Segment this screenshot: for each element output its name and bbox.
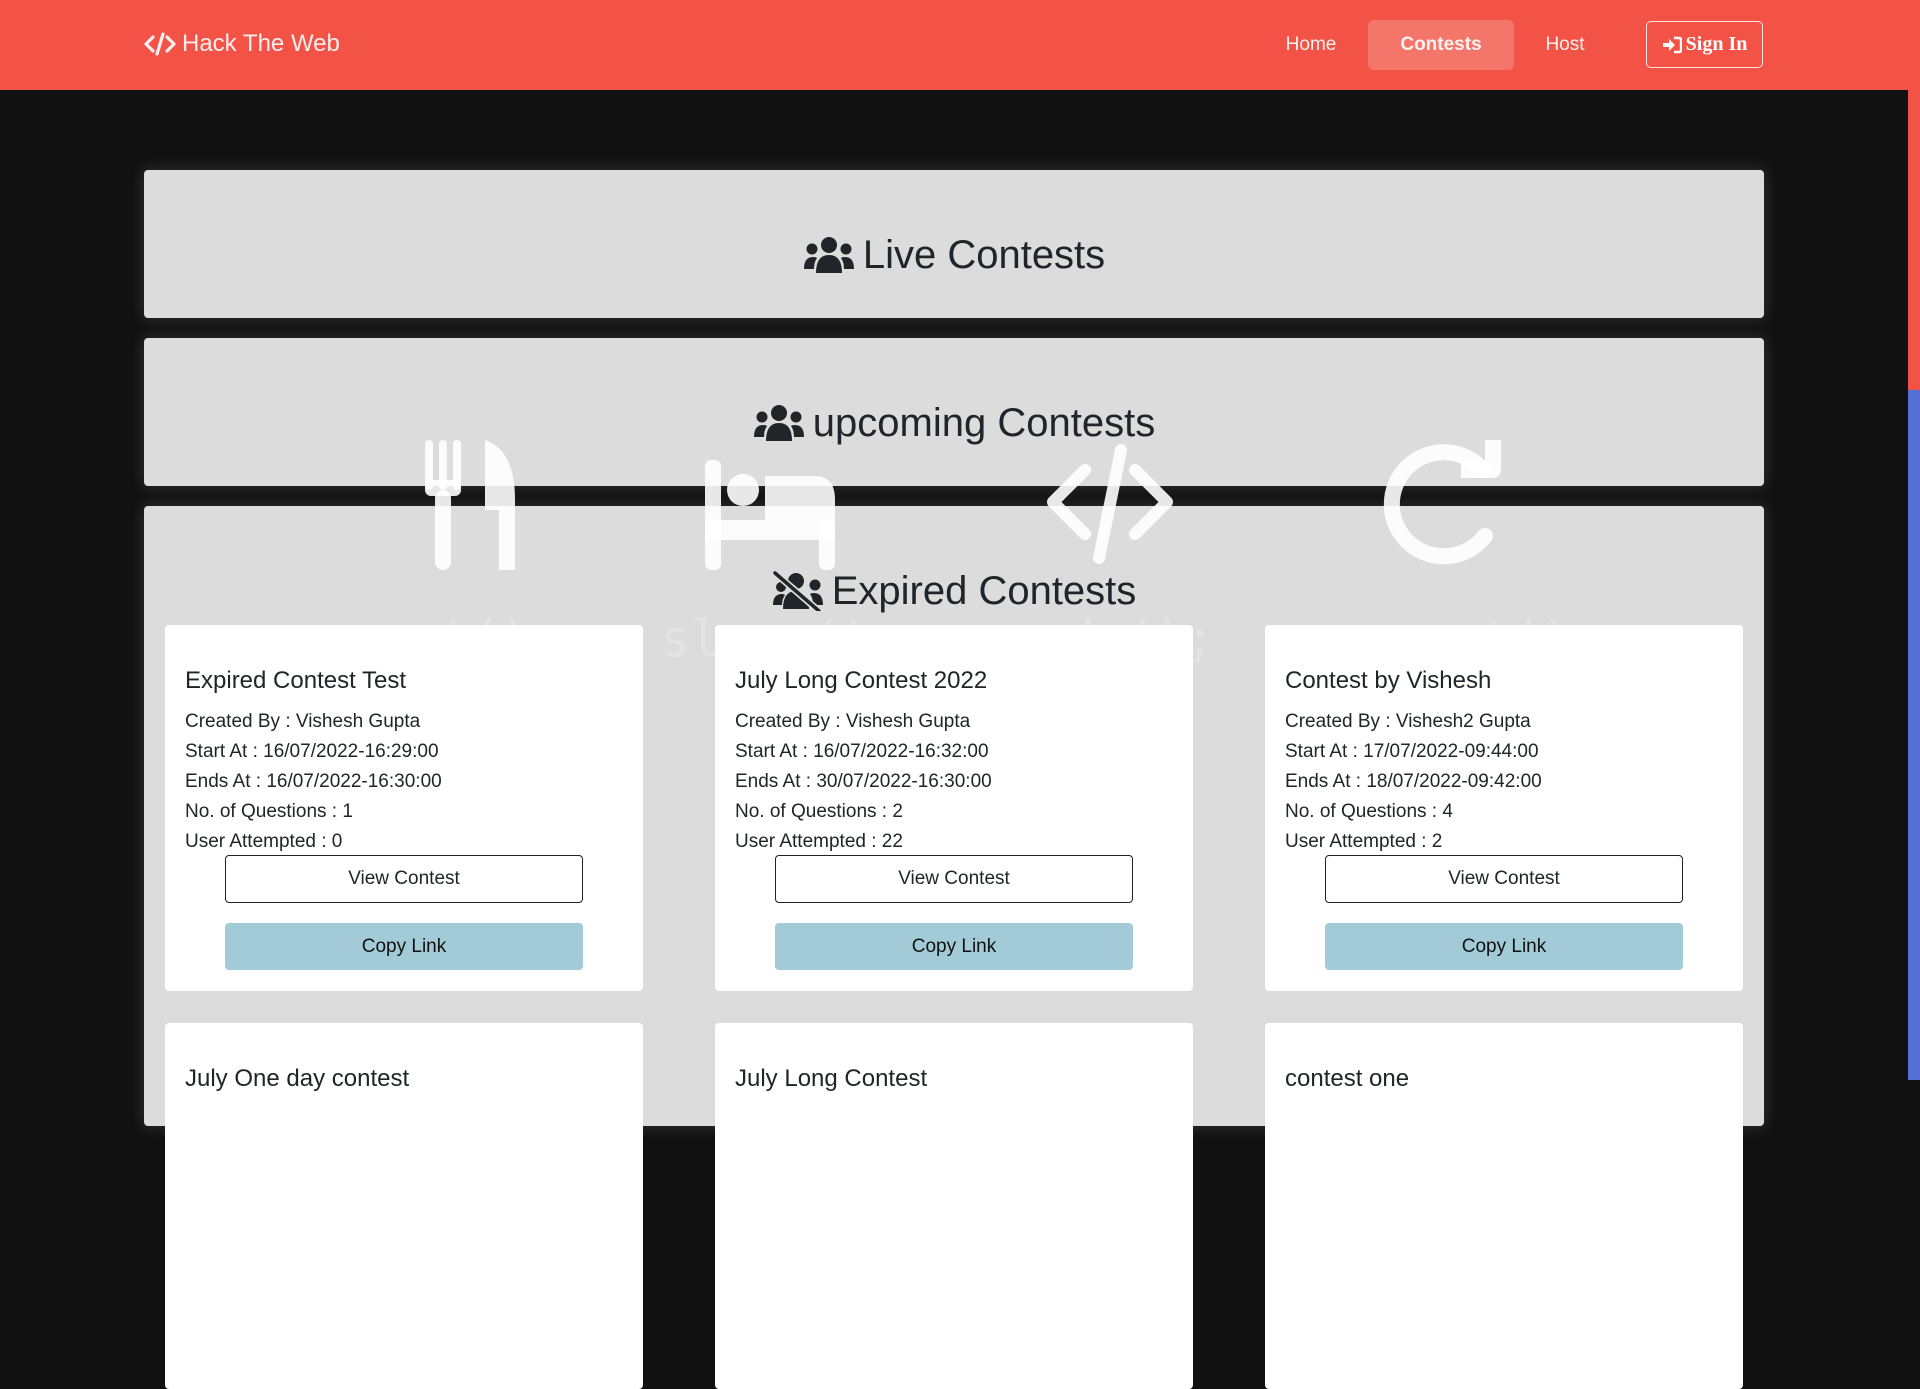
contest-start: Start At : 16/07/2022-16:29:00 [185,741,439,762]
live-contests-panel: Live Contests [144,170,1764,318]
live-contests-title: Live Contests [862,232,1106,277]
contest-created-by: Created By : Vishesh2 Gupta [1285,711,1531,732]
contest-created-by: Created By : Vishesh Gupta [185,711,421,732]
code-icon [144,32,176,56]
expired-contests-title: Expired Contests [831,568,1137,613]
nav-contests[interactable]: Contests [1368,20,1514,70]
nav-home[interactable]: Home [1270,20,1352,70]
contest-created-by: Created By : Vishesh Gupta [735,711,971,732]
contest-card: July One day contest [165,1023,643,1389]
contest-card: July Long Contest 2022 Created By : Vish… [715,625,1193,991]
contest-card: July Long Contest [715,1023,1193,1389]
nav-host[interactable]: Host [1530,20,1600,70]
navbar: Hack The Web Home Contests Host Sign In [0,0,1908,90]
contest-questions: No. of Questions : 4 [1285,801,1453,822]
expired-contests-heading: Expired Contests [144,566,1764,616]
view-contest-button[interactable]: View Contest [1325,855,1683,903]
copy-link-button[interactable]: Copy Link [225,923,583,970]
contest-card: contest one [1265,1023,1743,1389]
contest-title: Contest by Vishesh [1285,667,1492,694]
scrollbar[interactable] [1908,0,1920,1080]
contest-attempted: User Attempted : 22 [735,831,903,852]
contest-end: Ends At : 18/07/2022-09:42:00 [1285,771,1542,792]
contest-start: Start At : 17/07/2022-09:44:00 [1285,741,1539,762]
sign-in-button[interactable]: Sign In [1646,21,1763,68]
live-contests-heading: Live Contests [144,230,1764,280]
view-contest-button[interactable]: View Contest [775,855,1133,903]
contest-end: Ends At : 30/07/2022-16:30:00 [735,771,992,792]
view-contest-button[interactable]: View Contest [225,855,583,903]
upcoming-contests-title: upcoming Contests [812,400,1156,445]
users-icon [803,237,854,273]
contest-questions: No. of Questions : 2 [735,801,903,822]
users-icon [753,405,804,441]
contest-title: contest one [1285,1065,1410,1092]
contest-attempted: User Attempted : 2 [1285,831,1443,852]
contest-title: Expired Contest Test [185,667,407,694]
copy-link-button[interactable]: Copy Link [775,923,1133,970]
contest-title: July One day contest [185,1065,410,1092]
brand-link[interactable]: Hack The Web [144,26,340,62]
sign-in-icon [1662,36,1682,53]
scrollbar-thumb[interactable] [1908,390,1920,1080]
upcoming-contests-heading: upcoming Contests [144,398,1764,448]
contest-attempted: User Attempted : 0 [185,831,343,852]
brand-name: Hack The Web [182,30,340,57]
copy-link-button[interactable]: Copy Link [1325,923,1683,970]
users-slash-icon [772,571,823,611]
contest-questions: No. of Questions : 1 [185,801,353,822]
contest-title: July Long Contest 2022 [735,667,988,694]
contest-start: Start At : 16/07/2022-16:32:00 [735,741,989,762]
contest-card: Contest by Vishesh Created By : Vishesh2… [1265,625,1743,991]
upcoming-contests-panel: upcoming Contests [144,338,1764,486]
contest-title: July Long Contest [735,1065,928,1092]
sign-in-label: Sign In [1685,33,1748,55]
contest-card: Expired Contest Test Created By : Vishes… [165,625,643,991]
contest-end: Ends At : 16/07/2022-16:30:00 [185,771,442,792]
